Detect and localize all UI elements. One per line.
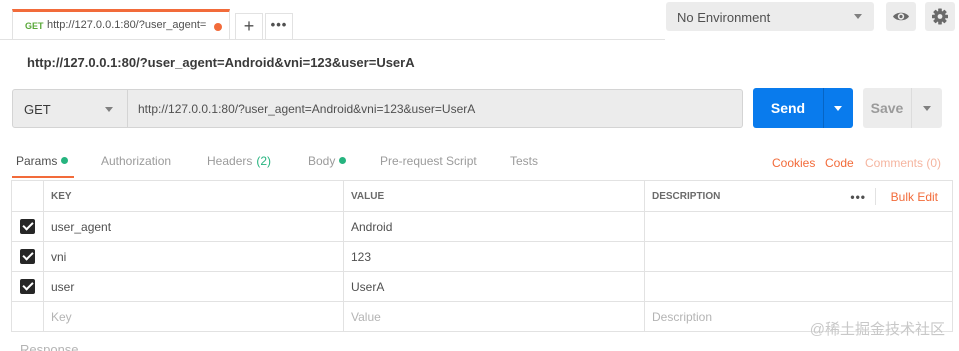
unsaved-changes-dot-icon [214,23,222,31]
table-row: user_agent Android [11,211,953,242]
row-checkbox[interactable] [20,279,35,295]
tab-headers[interactable]: Headers (2) [207,154,271,168]
manage-environments-button[interactable] [925,2,955,31]
request-tab-method: GET [25,21,44,31]
param-description-cell[interactable] [644,211,953,242]
param-value-cell[interactable]: 123 [343,241,645,272]
gear-icon [932,8,948,25]
tab-bar: GET http://127.0.0.1:80/?user_agent= + •… [0,0,959,40]
send-button[interactable]: Send [753,88,823,128]
header-divider [875,188,876,205]
request-tab[interactable]: GET http://127.0.0.1:80/?user_agent= [12,9,230,40]
body-active-dot-icon [339,157,347,164]
params-table-header: KEY VALUE DESCRIPTION ••• Bulk Edit [11,180,953,212]
param-value-cell[interactable]: Android [343,211,645,242]
row-checkbox-cell [11,271,44,302]
save-options-button[interactable] [911,88,942,128]
param-value-cell[interactable]: UserA [343,271,645,302]
method-select-label: GET [24,102,51,117]
column-options-button[interactable]: ••• [850,190,866,204]
row-checkbox-cell [11,301,44,332]
code-link[interactable]: Code [825,156,854,170]
tab-authorization[interactable]: Authorization [101,154,171,168]
column-header-description: DESCRIPTION ••• Bulk Edit [644,180,953,212]
environment-select-label: No Environment [677,10,771,25]
chevron-down-icon [854,14,862,19]
new-key-input[interactable]: Key [43,301,344,332]
chevron-down-icon [923,106,931,111]
column-header-description-label: DESCRIPTION [652,190,721,202]
tab-params-label: Params [16,154,58,168]
method-select[interactable]: GET [12,89,128,128]
header-checkbox-cell [11,180,44,212]
row-checkbox[interactable] [20,249,35,265]
chevron-down-icon [834,106,842,111]
table-row: user UserA [11,271,953,302]
param-description-cell[interactable] [644,241,953,272]
active-tab-indicator [12,176,74,178]
param-key-cell[interactable]: user_agent [43,211,344,242]
request-name-heading[interactable]: http://127.0.0.1:80/?user_agent=Android&… [27,55,415,70]
column-header-value: VALUE [343,180,645,212]
environment-select[interactable]: No Environment [666,2,874,31]
cookies-link[interactable]: Cookies [772,156,815,170]
chevron-down-icon [105,107,113,112]
tab-more-options-button[interactable]: ••• [265,13,293,40]
comments-link[interactable]: Comments (0) [865,156,941,170]
tab-bar-divider [0,39,665,40]
new-value-input[interactable]: Value [343,301,645,332]
request-tab-title: http://127.0.0.1:80/?user_agent= [47,19,207,31]
bulk-edit-link[interactable]: Bulk Edit [891,190,938,204]
response-section-label: Response [20,342,79,351]
column-header-key: KEY [43,180,344,212]
eye-icon [893,12,909,21]
tab-tests[interactable]: Tests [510,154,538,168]
url-input[interactable] [128,89,743,128]
send-options-button[interactable] [823,88,853,128]
param-description-cell[interactable] [644,271,953,302]
params-active-dot-icon [61,157,69,164]
table-row: vni 123 [11,241,953,272]
environment-quick-look-button[interactable] [886,2,916,31]
row-checkbox-cell [11,241,44,272]
row-checkbox-cell [11,211,44,242]
tab-headers-label: Headers [207,154,253,168]
tab-body-label: Body [308,154,336,168]
tab-body[interactable]: Body [308,154,347,168]
param-key-cell[interactable]: vni [43,241,344,272]
params-table: KEY VALUE DESCRIPTION ••• Bulk Edit user… [11,180,953,332]
watermark: @稀土掘金技术社区 [809,321,945,338]
tab-params[interactable]: Params [16,154,69,168]
tab-pre-request-script[interactable]: Pre-request Script [380,154,477,168]
headers-count-badge: (2) [256,154,272,168]
save-button[interactable]: Save [863,88,911,128]
param-key-cell[interactable]: user [43,271,344,302]
new-tab-button[interactable]: + [235,13,263,40]
row-checkbox[interactable] [20,219,35,235]
